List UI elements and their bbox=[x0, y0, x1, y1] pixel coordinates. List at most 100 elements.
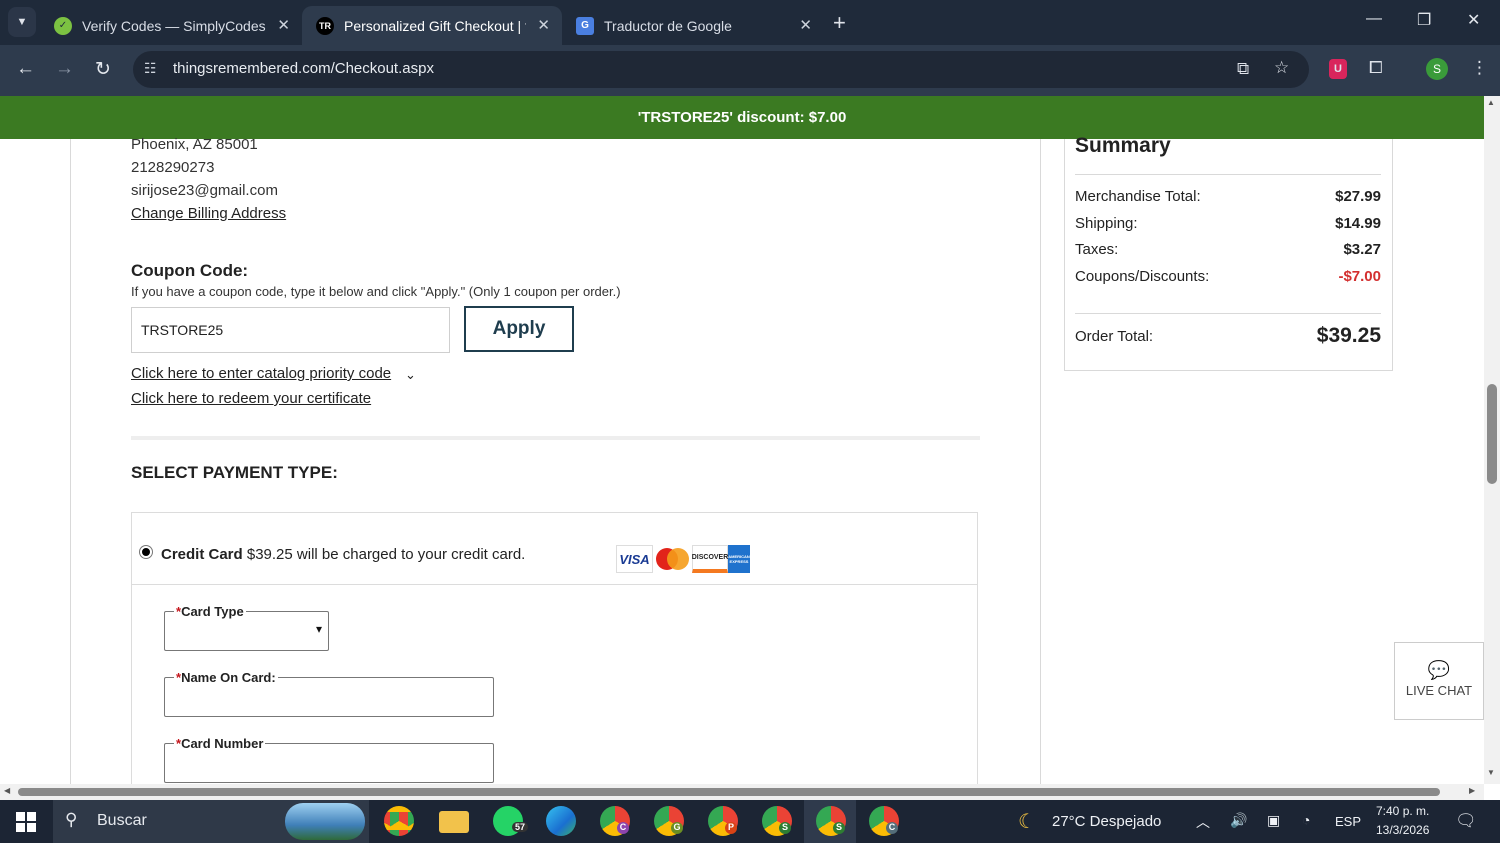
simplycodes-icon: ✓ bbox=[54, 16, 72, 35]
summary-row-merchandise: Merchandise Total: $27.99 bbox=[1075, 188, 1381, 205]
menu-kebab-icon[interactable]: ⋮ bbox=[1471, 58, 1488, 78]
section-divider bbox=[131, 436, 980, 440]
summary-label: Merchandise Total: bbox=[1075, 188, 1201, 205]
translate-icon[interactable]: ⧉ bbox=[1237, 59, 1249, 79]
wifi-icon[interactable]: ◔ bbox=[1302, 812, 1310, 828]
checkout-page: 'TRSTORE25' discount: $7.00 Phoenix, AZ … bbox=[0, 96, 1484, 784]
live-chat-button[interactable]: 💬 LIVE CHAT bbox=[1394, 642, 1484, 720]
chevron-down-icon: ▼ bbox=[16, 16, 28, 28]
meet-now-icon[interactable]: ▣ bbox=[1267, 812, 1280, 829]
weather-text[interactable]: 27°C Despejado bbox=[1052, 813, 1161, 830]
profile-badge: G bbox=[671, 822, 683, 834]
clock-time[interactable]: 7:40 p. m. bbox=[1376, 804, 1429, 818]
profile-badge: S bbox=[779, 822, 791, 834]
close-window-button[interactable]: ✕ bbox=[1467, 10, 1480, 30]
live-chat-label: LIVE CHAT bbox=[1405, 683, 1473, 698]
discover-logo: DISCOVER bbox=[692, 545, 728, 573]
horizontal-scroll-thumb[interactable] bbox=[18, 788, 1440, 796]
vertical-scroll-thumb[interactable] bbox=[1487, 384, 1497, 484]
vertical-scrollbar[interactable]: ▲ ▼ bbox=[1484, 96, 1500, 784]
summary-row-taxes: Taxes: $3.27 bbox=[1075, 241, 1381, 258]
extensions-puzzle-icon[interactable]: ⧠ bbox=[1369, 58, 1383, 78]
address-bar[interactable]: ☷ thingsremembered.com/Checkout.aspx ⧉ ☆ bbox=[133, 51, 1309, 88]
tab-checkout[interactable]: TR Personalized Gift Checkout | thi ✕ bbox=[302, 6, 562, 45]
chrome-app-icon[interactable] bbox=[384, 806, 414, 836]
new-tab-button[interactable]: + bbox=[833, 10, 846, 36]
chat-bubble-icon: 💬 bbox=[1427, 660, 1451, 680]
volume-icon[interactable]: 🔊 bbox=[1230, 812, 1247, 829]
tab-simplycodes[interactable]: ✓ Verify Codes — SimplyCodes ✕ bbox=[40, 6, 302, 45]
order-total-label: Order Total: bbox=[1075, 328, 1154, 345]
chevron-down-icon[interactable]: ⌄ bbox=[405, 367, 416, 383]
promo-banner: 'TRSTORE25' discount: $7.00 bbox=[0, 96, 1484, 139]
search-icon: ⚲ bbox=[65, 810, 78, 829]
arrow-left-icon: ← bbox=[16, 58, 35, 79]
payment-options-box: Credit Card $39.25 will be charged to yo… bbox=[131, 512, 978, 784]
arrow-right-icon: → bbox=[55, 58, 74, 79]
horizontal-scrollbar[interactable]: ◀ ▶ bbox=[0, 784, 1484, 800]
reload-icon: ↻ bbox=[95, 59, 111, 80]
file-explorer-icon[interactable] bbox=[439, 811, 469, 833]
language-indicator[interactable]: ESP bbox=[1335, 814, 1361, 829]
tab-title: Traductor de Google bbox=[604, 17, 732, 34]
summary-divider bbox=[1075, 174, 1381, 175]
summary-divider bbox=[1075, 313, 1381, 314]
notifications-icon[interactable]: 🗨 bbox=[1455, 811, 1477, 831]
bookmark-star-icon[interactable]: ☆ bbox=[1274, 58, 1289, 78]
visa-logo: VISA bbox=[616, 545, 653, 573]
mastercard-circles-icon bbox=[656, 548, 689, 570]
chevron-up-icon[interactable]: ︿ bbox=[1196, 812, 1210, 832]
url-text[interactable]: thingsremembered.com/Checkout.aspx bbox=[173, 60, 434, 77]
summary-row-total: Order Total: $39.25 bbox=[1075, 324, 1381, 347]
summary-discount-value: -$7.00 bbox=[1338, 268, 1381, 285]
catalog-priority-code-link[interactable]: Click here to enter catalog priority cod… bbox=[131, 365, 391, 382]
profile-avatar[interactable]: S bbox=[1426, 58, 1448, 80]
apply-coupon-button[interactable]: Apply bbox=[464, 306, 574, 352]
whatsapp-badge: 57 bbox=[512, 822, 529, 832]
summary-label: Coupons/Discounts: bbox=[1075, 268, 1210, 285]
restore-button[interactable]: ❐ bbox=[1417, 10, 1431, 30]
close-icon[interactable]: ✕ bbox=[537, 16, 550, 34]
scroll-up-icon[interactable]: ▲ bbox=[1487, 98, 1495, 107]
change-billing-address-link[interactable]: Change Billing Address bbox=[131, 205, 286, 222]
clock-date[interactable]: 13/3/2026 bbox=[1376, 823, 1429, 837]
reload-button[interactable]: ↻ bbox=[95, 58, 111, 81]
credit-card-charge-text: $39.25 will be charged to your credit ca… bbox=[246, 546, 526, 563]
credit-card-option[interactable]: Credit Card $39.25 will be charged to yo… bbox=[132, 513, 977, 585]
credit-card-radio[interactable] bbox=[140, 546, 152, 558]
summary-value: $27.99 bbox=[1335, 188, 1381, 205]
close-icon[interactable]: ✕ bbox=[799, 16, 812, 34]
browser-tab-bar: ▼ ✓ Verify Codes — SimplyCodes ✕ TR Pers… bbox=[0, 0, 1500, 45]
summary-title: Summary bbox=[1075, 134, 1171, 157]
profile-badge: P bbox=[725, 822, 737, 834]
minimize-button[interactable]: — bbox=[1366, 10, 1382, 28]
tab-search-button[interactable]: ▼ bbox=[8, 7, 36, 37]
site-info-icon[interactable]: ☷ bbox=[144, 60, 157, 77]
windows-start-icon[interactable] bbox=[16, 812, 36, 837]
payment-type-title: SELECT PAYMENT TYPE: bbox=[131, 463, 338, 482]
card-number-label: *Card Number bbox=[174, 736, 266, 751]
summary-value: $3.27 bbox=[1343, 241, 1381, 258]
tab-google-translate[interactable]: G Traductor de Google ✕ bbox=[562, 6, 824, 45]
redeem-certificate-link[interactable]: Click here to redeem your certificate bbox=[131, 390, 371, 407]
scroll-left-icon[interactable]: ◀ bbox=[4, 786, 10, 795]
forward-button[interactable]: → bbox=[55, 58, 74, 80]
search-highlight-image bbox=[285, 803, 365, 840]
scroll-right-icon[interactable]: ▶ bbox=[1469, 786, 1475, 795]
coupon-code-input[interactable] bbox=[131, 307, 450, 353]
edge-icon[interactable] bbox=[546, 806, 576, 836]
chevron-down-icon: ▾ bbox=[315, 622, 322, 636]
moon-weather-icon: ☾ bbox=[1018, 811, 1036, 833]
mastercard-logo bbox=[654, 545, 691, 573]
billing-phone: 2128290273 bbox=[131, 159, 215, 176]
ublock-extension-icon[interactable]: U bbox=[1329, 59, 1347, 79]
taskbar-search[interactable]: ⚲ Buscar bbox=[53, 800, 369, 843]
close-icon[interactable]: ✕ bbox=[277, 16, 290, 34]
card-type-label: *Card Type bbox=[174, 604, 246, 619]
content-border-right bbox=[1040, 139, 1041, 784]
scroll-down-icon[interactable]: ▼ bbox=[1487, 768, 1495, 777]
summary-row-shipping: Shipping: $14.99 bbox=[1075, 215, 1381, 232]
back-button[interactable]: ← bbox=[16, 58, 35, 80]
credit-card-option-name: Credit Card bbox=[161, 546, 243, 563]
coupon-title: Coupon Code: bbox=[131, 261, 249, 280]
